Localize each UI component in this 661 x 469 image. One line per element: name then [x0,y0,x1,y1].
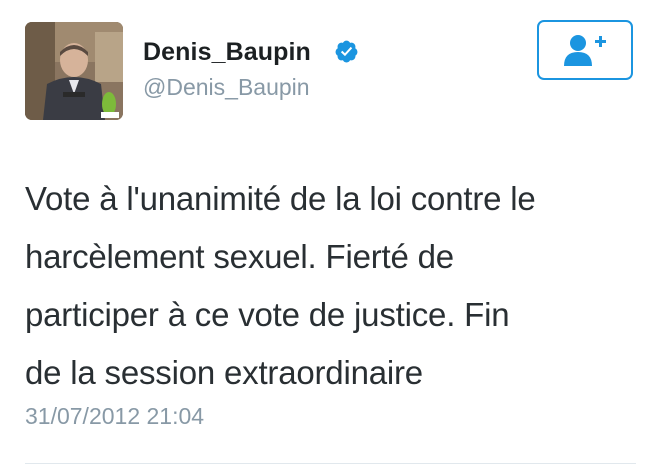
profile-photo-icon [25,22,123,120]
tweet-text-line: Vote à l'unanimité de la loi contre le [25,180,536,217]
divider [25,463,636,464]
tweet-text-line: harcèlement sexuel. Fierté de [25,238,454,275]
follow-button[interactable] [537,20,633,80]
tweet-text-line: participer à ce vote de justice. Fin [25,296,510,333]
tweet-text: Vote à l'unanimité de la loi contre le h… [25,170,645,402]
verified-badge-icon [335,40,358,63]
handle[interactable]: @Denis_Baupin [143,74,310,101]
tweet-card: Denis_Baupin @Denis_Baupin Vote à l'unan… [0,0,661,469]
add-user-icon [564,35,606,66]
timestamp[interactable]: 31/07/2012 21:04 [25,403,204,430]
tweet-text-line: de la session extraordinaire [25,354,423,391]
avatar[interactable] [25,22,123,120]
display-name[interactable]: Denis_Baupin [143,38,311,67]
